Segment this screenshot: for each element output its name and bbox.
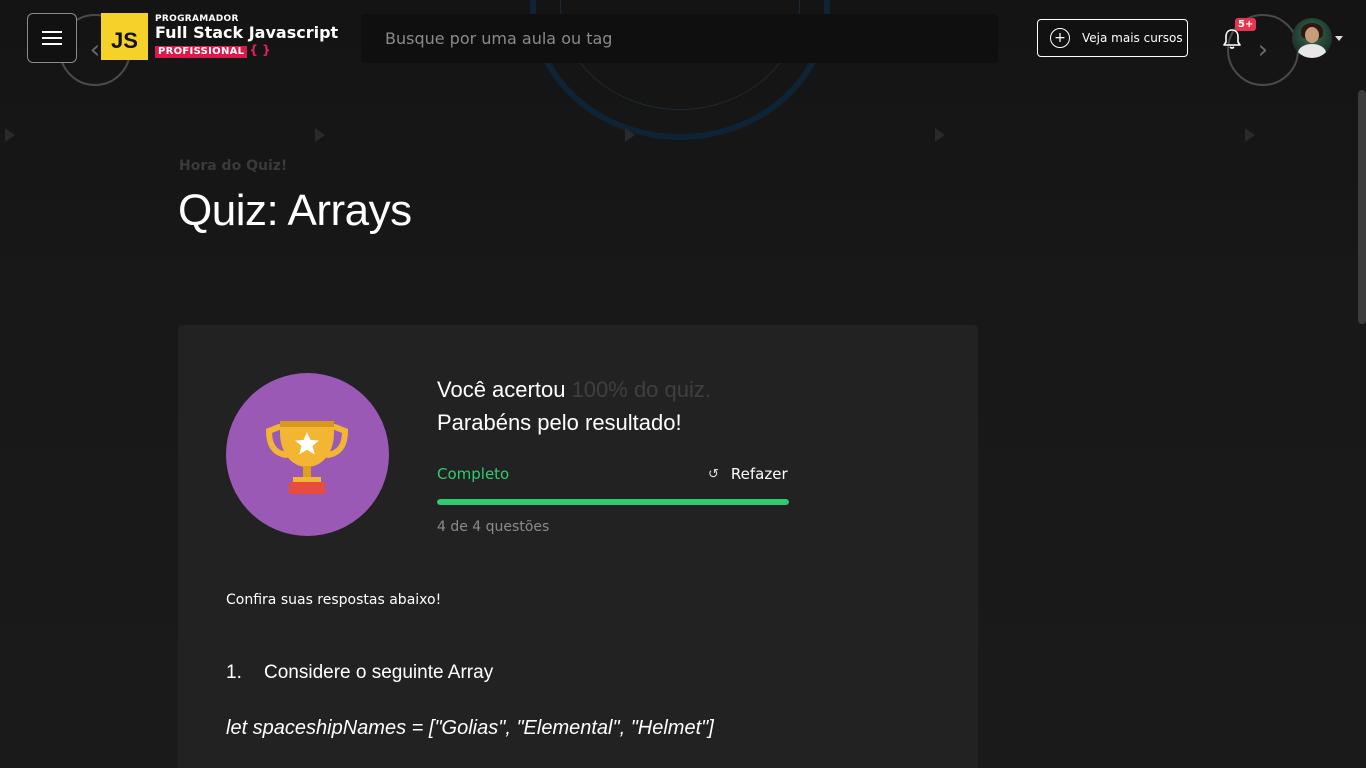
- play-triangle-decoration: [1245, 128, 1255, 142]
- trophy-badge: [226, 373, 389, 536]
- result-score-line: Você acertou 100% do quiz.: [437, 377, 711, 403]
- more-courses-label: Veja mais cursos: [1082, 31, 1183, 45]
- result-score-prefix: Você acertou: [437, 377, 566, 402]
- page-title: Quiz: Arrays: [178, 186, 412, 235]
- page-eyebrow: Hora do Quiz!: [179, 158, 288, 174]
- bell-icon[interactable]: [1222, 28, 1242, 50]
- logo-line-2: Full Stack Javascript: [155, 23, 339, 42]
- question-code: let spaceshipNames = ["Golias", "Element…: [226, 717, 714, 739]
- question-count: 4 de 4 questões: [437, 519, 550, 535]
- redo-icon: ↺: [708, 466, 719, 482]
- menu-button[interactable]: [27, 13, 77, 63]
- result-score-value: 100% do quiz.: [571, 377, 711, 402]
- chevron-left-icon: ‹: [89, 35, 101, 65]
- play-triangle-decoration: [935, 128, 945, 142]
- play-triangle-decoration: [315, 128, 325, 142]
- question-text: Considere o seguinte Array: [264, 662, 494, 683]
- js-logo-badge: JS: [101, 13, 148, 60]
- page: ‹ › JS PROGRAMADOR Full Stack Javascript…: [0, 0, 1366, 768]
- result-congrats: Parabéns pelo resultado!: [437, 410, 682, 435]
- trophy-icon: [266, 421, 348, 494]
- more-courses-button[interactable]: + Veja mais cursos: [1037, 19, 1188, 57]
- notification-badge: 5+: [1235, 18, 1257, 31]
- avatar[interactable]: [1292, 18, 1332, 58]
- play-triangle-decoration: [625, 128, 635, 142]
- chevron-right-icon: ›: [1257, 35, 1269, 65]
- status-label: Completo: [437, 465, 510, 483]
- answers-intro: Confira suas respostas abaixo!: [226, 592, 442, 608]
- search-bar[interactable]: [361, 14, 998, 63]
- plus-circle-icon: +: [1050, 28, 1070, 48]
- question-number: 1.: [226, 662, 242, 683]
- quiz-result-card: Você acertou 100% do quiz. Parabéns pelo…: [178, 325, 978, 768]
- search-input[interactable]: [361, 14, 998, 63]
- hamburger-icon: [42, 29, 62, 47]
- redo-label: Refazer: [730, 465, 788, 483]
- logo-text: PROGRAMADOR Full Stack Javascript PROFIS…: [155, 15, 338, 58]
- play-triangle-decoration: [5, 128, 15, 142]
- scrollbar[interactable]: [1358, 90, 1366, 324]
- chevron-down-icon[interactable]: [1335, 36, 1343, 41]
- course-logo[interactable]: JS PROGRAMADOR Full Stack Javascript PRO…: [101, 13, 338, 60]
- redo-button[interactable]: ↺ Refazer: [708, 465, 788, 483]
- progress-bar: [437, 499, 789, 505]
- progress-fill: [437, 499, 789, 505]
- logo-brace: { }: [249, 43, 271, 57]
- logo-line-3: PROFISSIONAL: [155, 46, 248, 58]
